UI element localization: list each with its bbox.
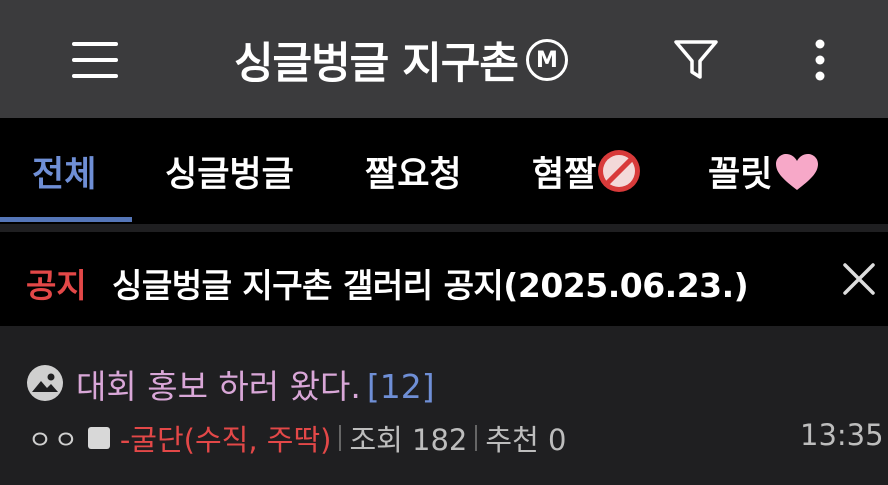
tab-all[interactable]: 전체	[32, 146, 96, 197]
active-tab-indicator	[0, 217, 132, 222]
tab-disgusting[interactable]: 혐짤	[532, 146, 641, 197]
category-tabs: 전체 싱글벙글 짤요청 혐짤 꼴릿	[0, 118, 888, 224]
tab-request[interactable]: 짤요청	[365, 146, 462, 197]
image-icon	[27, 365, 63, 401]
notice-text[interactable]: 싱글벙글 지구촌 갤러리 공지(2025.06.23.)	[112, 259, 749, 307]
filter-icon[interactable]	[672, 36, 720, 84]
notice-tag: 공지	[26, 266, 87, 305]
post-time: 13:35	[800, 418, 884, 452]
tab-singlebunggle[interactable]: 싱글벙글	[165, 146, 294, 197]
post-meta: ㅇㅇ -굴단(수직, 주딱) 조회 182 추천 0	[28, 418, 566, 458]
divider	[339, 425, 342, 451]
gallery-title-group[interactable]: 싱글벙글 지구촌 M	[234, 30, 568, 90]
author-name[interactable]: -굴단(수직, 주딱)	[120, 417, 332, 459]
comment-count: [12]	[366, 367, 435, 406]
notice-banner[interactable]: 공지 싱글벙글 지구촌 갤러리 공지(2025.06.23.)	[0, 232, 888, 326]
view-count: 조회 182	[349, 423, 468, 457]
recommend-count: 추천 0	[485, 423, 567, 457]
user-name: ㅇㅇ	[28, 425, 80, 456]
pink-heart-emoji-icon	[776, 154, 819, 190]
gallery-title: 싱글벙글 지구촌	[234, 39, 519, 89]
no-smoking-emoji-icon	[598, 150, 641, 192]
hamburger-menu-icon[interactable]	[68, 38, 122, 82]
list-item[interactable]: 대회 홍보 하러 왔다. [12] ㅇㅇ -굴단(수직, 주딱) 조회 182 추…	[0, 334, 888, 485]
minor-gallery-badge: M	[525, 39, 568, 81]
gallery-user-icon	[87, 427, 110, 449]
close-icon[interactable]	[840, 260, 878, 298]
app-header: 싱글벙글 지구촌 M	[0, 0, 888, 118]
tab-label: 꼴릿	[708, 155, 773, 195]
post-title[interactable]: 대회 홍보 하러 왔다. [12]	[76, 360, 435, 408]
divider	[475, 425, 478, 451]
more-vertical-icon[interactable]	[808, 36, 832, 84]
tab-label: 혐짤	[532, 155, 597, 195]
post-title-text: 대회 홍보 하러 왔다.	[76, 367, 361, 406]
tab-hot[interactable]: 꼴릿	[708, 146, 820, 197]
